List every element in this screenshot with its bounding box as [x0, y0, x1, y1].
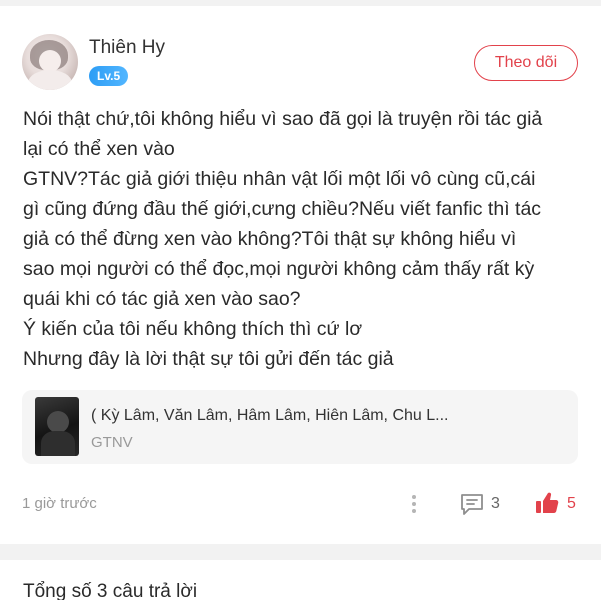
post-line: Nhưng đây là lời thật sự tôi gửi đến tác…	[23, 348, 394, 370]
post-footer: 1 giờ trước 3 5	[22, 490, 582, 520]
cover-figure-body	[41, 431, 75, 456]
post-line: gì cũng đứng đầu thế giới,cưng chiều?Nếu…	[23, 198, 542, 220]
avatar[interactable]	[22, 34, 78, 90]
post-line: Nói thật chứ,tôi không hiểu vì sao đã gọ…	[23, 108, 543, 130]
top-separator	[0, 0, 601, 6]
comment-count: 3	[491, 495, 500, 512]
like-count: 5	[567, 495, 576, 512]
post-line: quái khi có tác giả xen vào sao?	[23, 288, 301, 310]
more-vertical-icon[interactable]	[406, 492, 422, 516]
thumbs-up-icon[interactable]	[534, 490, 560, 516]
level-badge: Lv.5	[89, 66, 129, 86]
comment-icon[interactable]	[459, 491, 485, 517]
replies-count-heading: Tổng số 3 câu trả lời	[23, 581, 198, 600]
follow-button[interactable]: Theo dõi	[474, 45, 578, 81]
book-tag: GTNV	[91, 434, 133, 451]
post-content: Nói thật chứ,tôi không hiểu vì sao đã gọ…	[23, 104, 583, 374]
post-line: giả có thể đừng xen vào không?Tôi thật s…	[23, 228, 517, 250]
section-divider	[0, 544, 601, 560]
post-header: Thiên Hy Lv.5 Theo dõi	[22, 34, 582, 94]
post-line: sao mọi người có thể đọc,mọi người không…	[23, 258, 535, 280]
linked-book-card[interactable]: ( Kỳ Lâm, Văn Lâm, Hâm Lâm, Hiên Lâm, Ch…	[22, 390, 578, 464]
post-line: lại có thể xen vào	[23, 138, 175, 160]
cover-figure-head	[47, 411, 69, 433]
post-line: GTNV?Tác giả giới thiệu nhân vật lối một…	[23, 168, 536, 190]
username[interactable]: Thiên Hy	[89, 37, 165, 59]
avatar-face	[39, 50, 61, 72]
post-line: Ý kiến của tôi nếu không thích thì cứ lơ	[23, 318, 363, 340]
avatar-body	[28, 70, 72, 90]
book-cover-image	[35, 397, 79, 456]
timestamp: 1 giờ trước	[22, 495, 97, 512]
book-title: ( Kỳ Lâm, Văn Lâm, Hâm Lâm, Hiên Lâm, Ch…	[91, 407, 449, 424]
